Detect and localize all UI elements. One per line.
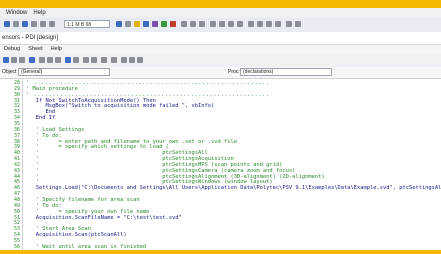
menu-help-2[interactable]: Help xyxy=(51,46,62,52)
menu-help[interactable]: Help xyxy=(33,10,45,16)
copy-icon[interactable] xyxy=(40,21,46,27)
next-bookmark-icon[interactable] xyxy=(257,21,263,27)
proc-label: Proc: xyxy=(228,69,240,75)
pause-icon[interactable] xyxy=(125,21,131,27)
menu-debug[interactable]: Debug xyxy=(4,46,20,52)
new-icon[interactable] xyxy=(4,21,10,27)
run-icon[interactable] xyxy=(116,21,122,27)
toggle-bp-icon[interactable] xyxy=(65,57,71,63)
align-right-icon[interactable] xyxy=(199,21,205,27)
stop-icon[interactable] xyxy=(170,21,176,27)
step-icon[interactable] xyxy=(143,21,149,27)
bookmark-icon[interactable] xyxy=(248,21,254,27)
code-line[interactable]: Settings.Load("C:\Documents and Settings… xyxy=(26,185,441,191)
line-number: 56 xyxy=(13,243,20,250)
options-icon[interactable] xyxy=(137,57,143,63)
watch-icon[interactable] xyxy=(161,21,167,27)
step-out-icon[interactable] xyxy=(55,57,61,63)
object-label: Object xyxy=(2,69,17,75)
menu-window[interactable]: Window xyxy=(6,10,27,16)
step-into-icon[interactable] xyxy=(39,57,45,63)
find-icon[interactable] xyxy=(121,57,127,63)
code-editor[interactable]: 28 29 30 31 32 33 34 35 36 37 38 39 40 41 42 43 44 45 46 47… xyxy=(0,79,441,250)
new-module-icon[interactable] xyxy=(3,57,9,63)
help-icon[interactable] xyxy=(111,57,117,63)
save-module-icon[interactable] xyxy=(19,57,25,63)
object-dropdown[interactable]: (General) xyxy=(18,68,110,76)
proc-dropdown[interactable]: (declarations) xyxy=(240,68,332,76)
step-over-icon[interactable] xyxy=(47,57,53,63)
code-line[interactable]: Acquisition.ScanFileName = "C:\test\test… xyxy=(26,215,182,221)
paste-icon[interactable] xyxy=(49,21,55,27)
run-macro-icon[interactable] xyxy=(29,57,35,63)
document-title: ensors - PDI [design] xyxy=(0,32,441,45)
format-icon[interactable] xyxy=(219,21,225,27)
breakpoint-icon[interactable] xyxy=(152,21,158,27)
comment-icon[interactable] xyxy=(286,21,292,27)
align-left-icon[interactable] xyxy=(181,21,187,27)
editor-window: Window Help 1:1 M B 98 ensors - PDI [des… xyxy=(0,8,441,250)
grid-icon[interactable] xyxy=(210,21,216,27)
code-line[interactable]: End If xyxy=(26,115,55,121)
editor-menubar: Debug Sheet Help xyxy=(0,45,441,53)
align-center-icon[interactable] xyxy=(190,21,196,27)
main-toolbar: 1:1 M B 98 xyxy=(0,17,441,33)
zoom-combo[interactable]: 1:1 M B 98 xyxy=(64,20,110,28)
uncomment-icon[interactable] xyxy=(295,21,301,27)
save-icon[interactable] xyxy=(22,21,28,27)
indent-icon[interactable] xyxy=(228,21,234,27)
references-icon[interactable] xyxy=(91,57,97,63)
line-number-gutter: 28 29 30 31 32 33 34 35 36 37 38 39 40 41 42 43 44 45 46 47… xyxy=(0,79,23,250)
line-number: 43 xyxy=(13,167,20,174)
line-number: 37 xyxy=(13,132,20,139)
open-icon[interactable] xyxy=(13,21,19,27)
dialog-editor-icon[interactable] xyxy=(83,57,89,63)
outdent-icon[interactable] xyxy=(237,21,243,27)
object-proc-bar: Object (General) Proc: (declarations) xyxy=(0,67,441,79)
highlight-icon[interactable] xyxy=(134,21,140,27)
quick-watch-icon[interactable] xyxy=(73,57,79,63)
object-browser-icon[interactable] xyxy=(101,57,107,63)
menu-sheet[interactable]: Sheet xyxy=(28,46,42,52)
code-line[interactable]: ' Wait until area scan is finished xyxy=(26,244,146,250)
cut-icon[interactable] xyxy=(31,21,37,27)
editor-toolbar xyxy=(0,53,441,68)
code-line[interactable]: Acquisition.Scan(ptcScanAll) xyxy=(26,232,127,238)
open-module-icon[interactable] xyxy=(11,57,17,63)
main-menubar: Window Help xyxy=(0,8,441,17)
line-number: 50 xyxy=(13,208,20,215)
clear-bookmark-icon[interactable] xyxy=(275,21,281,27)
replace-icon[interactable] xyxy=(129,57,135,63)
line-number: 30 xyxy=(13,91,20,98)
prev-bookmark-icon[interactable] xyxy=(266,21,272,27)
